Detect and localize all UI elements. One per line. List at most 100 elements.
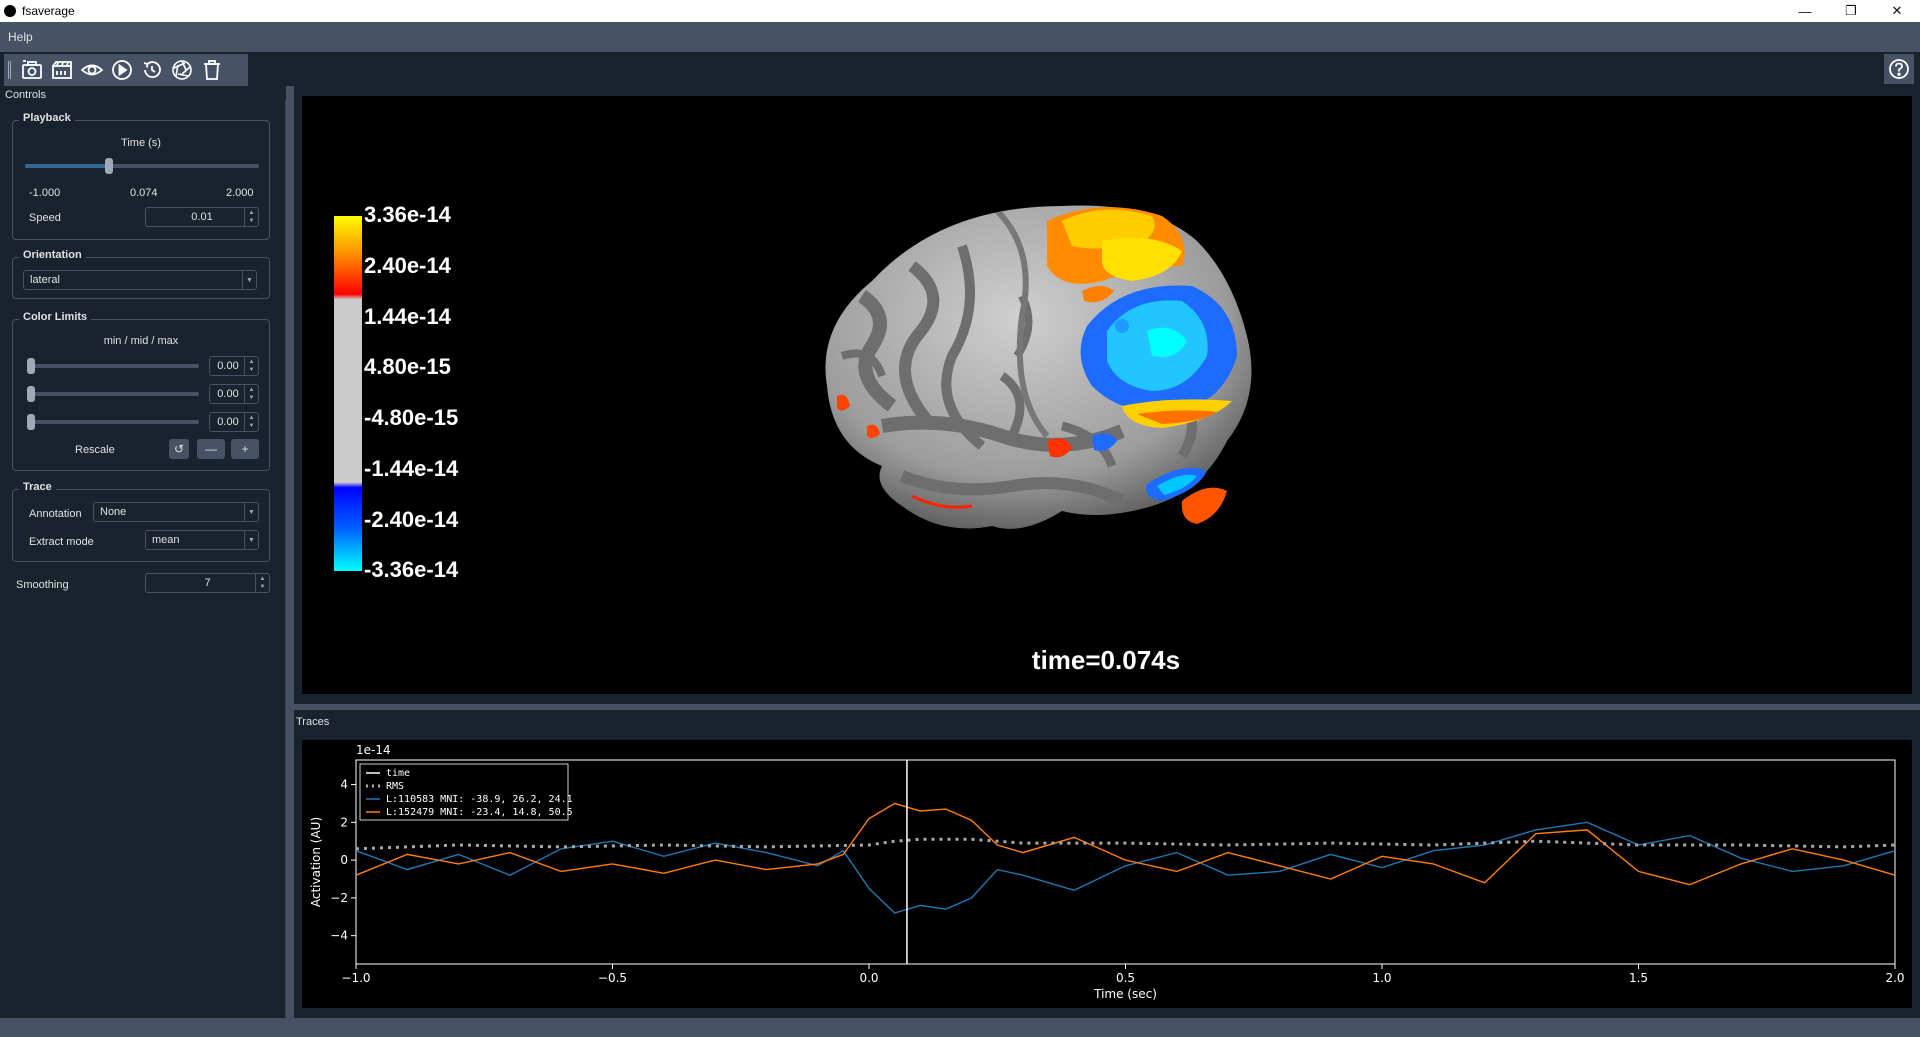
y-tick-label: −4 <box>330 929 348 943</box>
y-tick-label: −2 <box>330 891 348 905</box>
fmax-slider-handle[interactable] <box>27 414 35 430</box>
extract-mode-value: mean <box>152 534 180 546</box>
x-tick-label: 1.5 <box>1629 971 1648 985</box>
app-icon <box>4 5 16 17</box>
speed-spinbox[interactable]: 0.01 ▲ ▼ <box>145 207 259 227</box>
reset-icon: ↺ <box>173 442 185 456</box>
fmid-spinbox[interactable]: 0.00 ▲ ▼ <box>209 384 259 404</box>
toolbar-grip[interactable] <box>8 61 11 79</box>
fmid-slider-handle[interactable] <box>27 386 35 402</box>
chevron-down-icon: ▼ <box>242 271 256 289</box>
increase-limits-button[interactable]: + <box>231 439 259 459</box>
brain-surface <box>825 205 1252 529</box>
visibility-button[interactable] <box>77 55 107 85</box>
horizontal-splitter[interactable] <box>294 704 1920 710</box>
smoothing-label: Smoothing <box>16 579 69 591</box>
x-tick-label: 2.0 <box>1885 971 1904 985</box>
colorbar-tick-2: 1.44e-14 <box>364 304 452 329</box>
trash-icon <box>204 60 220 80</box>
legend-entry: L:110583 MNI: -38.9, 26.2, 24.1 <box>386 794 573 805</box>
rescale-label: Rescale <box>75 444 115 456</box>
fmin-slider-handle[interactable] <box>27 358 35 374</box>
minimize-button[interactable]: — <box>1782 0 1828 22</box>
help-icon <box>1889 59 1909 79</box>
x-axis-label: Time (sec) <box>1093 987 1157 1001</box>
fmid-slider-track[interactable] <box>27 392 199 396</box>
reset-icon <box>143 61 161 78</box>
orientation-title: Orientation <box>19 249 86 261</box>
speed-label: Speed <box>29 212 61 224</box>
fmax-slider-track[interactable] <box>27 420 199 424</box>
time-annotation: time=0.074s <box>1032 645 1180 675</box>
annotation-select[interactable]: None ▼ <box>93 502 259 522</box>
colorbar-tick-1: 2.40e-14 <box>364 253 452 278</box>
vertical-splitter[interactable] <box>286 86 294 1018</box>
camera-shutter-icon <box>172 60 192 80</box>
smoothing-spinbox[interactable]: 7 ▲ ▼ <box>145 573 270 593</box>
y-tick-label: 0 <box>340 853 348 867</box>
viewer-canvas: 3.36e-14 2.40e-14 1.44e-14 4.80e-15 -4.8… <box>334 202 1252 675</box>
x-tick-label: −1.0 <box>341 971 370 985</box>
fmin-spinbox[interactable]: 0.00 ▲ ▼ <box>209 356 259 376</box>
spin-arrows-icon[interactable]: ▲ ▼ <box>244 208 258 226</box>
trace-group: Trace Annotation None ▼ Extract mode mea… <box>12 481 270 562</box>
spin-arrows-icon[interactable]: ▲ ▼ <box>244 413 258 431</box>
spin-arrows-icon[interactable]: ▲ ▼ <box>244 357 258 375</box>
time-value-label: 0.074 <box>130 187 158 199</box>
brain-3d-viewer[interactable]: 3.36e-14 2.40e-14 1.44e-14 4.80e-15 -4.8… <box>302 96 1912 694</box>
spin-arrows-icon[interactable]: ▲ ▼ <box>255 574 269 592</box>
y-offset-label: 1e-14 <box>356 743 391 757</box>
shutter-button[interactable] <box>167 55 197 85</box>
smoothing-value: 7 <box>204 577 211 589</box>
close-button[interactable]: ✕ <box>1874 0 1920 22</box>
y-tick-label: 2 <box>340 815 348 829</box>
color-limits-group: Color Limits min / mid / max 0.00 ▲ ▼ 0.0… <box>12 311 270 471</box>
movie-button[interactable] <box>47 55 77 85</box>
time-max-label: 2.000 <box>226 187 254 199</box>
annotation-value: None <box>100 506 127 518</box>
x-tick-label: 1.0 <box>1372 971 1391 985</box>
screenshot-button[interactable] <box>17 55 47 85</box>
time-slider-fill <box>25 164 109 168</box>
colorbar-tick-6: -2.40e-14 <box>364 507 459 532</box>
reset-button[interactable] <box>137 55 167 85</box>
visibility-icon <box>81 64 103 76</box>
toolbar-group <box>4 54 248 86</box>
extract-mode-select[interactable]: mean ▼ <box>145 530 259 550</box>
close-icon: ✕ <box>1891 3 1903 18</box>
fmin-value: 0.00 <box>217 360 239 372</box>
time-slider-handle[interactable] <box>104 158 113 174</box>
colorbar-tick-3: 4.80e-15 <box>364 354 451 379</box>
fmax-value: 0.00 <box>217 416 239 428</box>
clear-button[interactable] <box>197 55 227 85</box>
spin-arrows-icon[interactable]: ▲ ▼ <box>244 385 258 403</box>
orientation-select[interactable]: lateral ▼ <box>23 270 257 290</box>
play-button[interactable] <box>107 55 137 85</box>
plus-icon: + <box>241 442 249 456</box>
time-min-label: -1.000 <box>29 187 61 199</box>
colorbar-tick-7: -3.36e-14 <box>364 557 459 582</box>
legend-entry: RMS <box>386 781 404 792</box>
fmin-slider-track[interactable] <box>27 364 199 368</box>
y-tick-label: 4 <box>340 778 348 792</box>
reset-limits-button[interactable]: ↺ <box>169 439 189 459</box>
menu-help[interactable]: Help <box>0 30 41 44</box>
menubar: Help <box>0 22 1920 52</box>
x-tick-label: 0.0 <box>859 971 878 985</box>
playback-group: Playback Time (s) -1.000 0.074 2.000 Spe… <box>12 112 270 240</box>
annotation-label: Annotation <box>29 508 82 520</box>
decrease-limits-button[interactable]: — <box>197 439 225 459</box>
extract-mode-label: Extract mode <box>29 536 94 548</box>
help-button[interactable] <box>1884 54 1914 84</box>
time-label: Time (s) <box>121 137 161 149</box>
restore-button[interactable]: ❐ <box>1828 0 1874 22</box>
traces-chart: −1.0 −0.5 0.0 0.5 1.0 1.5 2.0 4 2 0 −2 −4 1e-14 Time … <box>309 743 1905 1001</box>
colorbar-tick-4: -4.80e-15 <box>364 405 458 430</box>
traces-plot-area[interactable]: −1.0 −0.5 0.0 0.5 1.0 1.5 2.0 4 2 0 −2 −4 1e-14 Time … <box>302 740 1912 1008</box>
fmax-spinbox[interactable]: 0.00 ▲ ▼ <box>209 412 259 432</box>
window-titlebar: fsaverage — ❐ ✕ <box>0 0 1920 22</box>
window-title: fsaverage <box>22 4 75 18</box>
controls-panel: Playback Time (s) -1.000 0.074 2.000 Spe… <box>0 100 286 1020</box>
play-icon <box>112 60 132 80</box>
colorbar-tick-5: -1.44e-14 <box>364 456 459 481</box>
